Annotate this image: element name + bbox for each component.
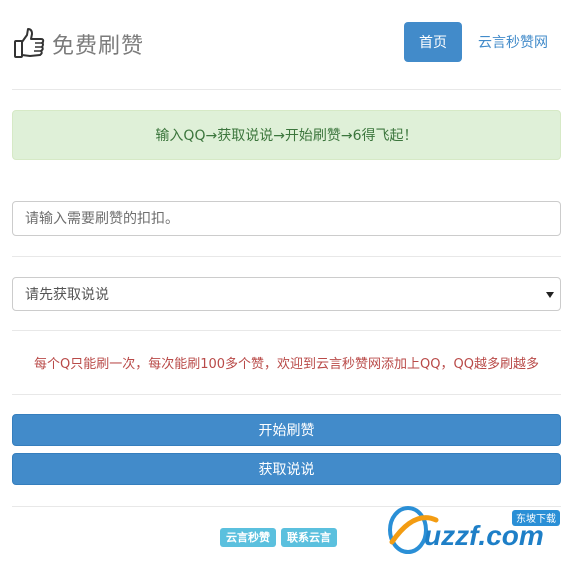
fetch-shuoshuo-button[interactable]: 获取说说 <box>12 453 561 485</box>
shuoshuo-select[interactable]: 请先获取说说 <box>12 277 561 311</box>
header: 免费刷赞 首页 云言秒赞网 <box>12 22 561 66</box>
header-divider <box>12 89 561 90</box>
instruction-alert: 输入QQ→获取说说→开始刷赞→6得飞起！ <box>12 110 561 160</box>
watermark-logo: uzzf.com 东坡下载 <box>384 500 564 556</box>
notice-text: 每个Q只能刷一次，每次能刷100多个赞，欢迎到云言秒赞网添加上QQ，QQ越多刷越… <box>34 356 539 372</box>
nav-home-button[interactable]: 首页 <box>404 22 462 62</box>
footer-badge-contact[interactable]: 联系云言 <box>281 528 337 547</box>
start-like-button[interactable]: 开始刷赞 <box>12 414 561 446</box>
form-divider-3 <box>12 394 561 395</box>
form-divider-1 <box>12 256 561 257</box>
footer-badge-yunyan[interactable]: 云言秒赞 <box>220 528 276 547</box>
page: 免费刷赞 首页 云言秒赞网 输入QQ→获取说说→开始刷赞→6得飞起！ 请先获取说… <box>0 0 569 564</box>
top-nav: 首页 云言秒赞网 <box>404 22 561 62</box>
thumbs-up-icon <box>12 27 46 61</box>
nav-site-link[interactable]: 云言秒赞网 <box>462 22 561 62</box>
watermark-sub-text: 东坡下载 <box>516 512 556 525</box>
brand: 免费刷赞 <box>12 24 144 64</box>
qq-input[interactable] <box>12 201 561 236</box>
footer-badges: 云言秒赞 联系云言 <box>220 528 337 547</box>
page-title: 免费刷赞 <box>52 34 145 59</box>
dropdown-arrow-icon <box>546 292 554 298</box>
select-value: 请先获取说说 <box>25 287 109 303</box>
form-divider-2 <box>12 330 561 331</box>
